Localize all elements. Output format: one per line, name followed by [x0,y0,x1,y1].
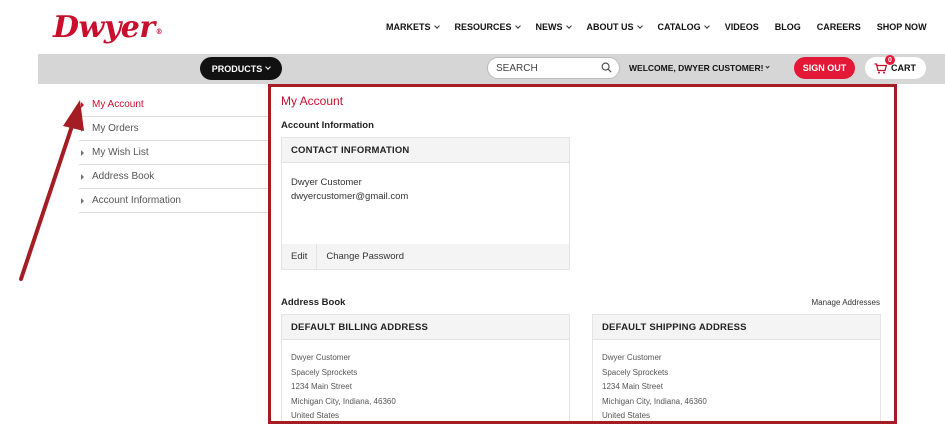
edit-link[interactable]: Edit [282,244,316,269]
shipping-address-panel: DEFAULT SHIPPING ADDRESS Dwyer Customer … [592,314,881,421]
chevron-down-icon [265,64,272,70]
account-menu[interactable]: WELCOME, DWYER CUSTOMER! [629,63,771,73]
cart-label: CART [891,63,916,73]
logo-text: Dwyer [53,10,155,45]
change-password-link[interactable]: Change Password [317,244,413,269]
nav-label: CATALOG [657,22,701,32]
account-sidebar: My Account My Orders My Wish List Addres… [79,93,269,213]
nav-label: MARKETS [386,22,431,32]
cart-count-badge: 0 [885,55,895,65]
search-placeholder: SEARCH [496,62,538,74]
nav-label: VIDEOS [724,22,759,32]
registered-mark: ® [155,27,163,36]
products-label: PRODUCTS [211,63,263,74]
sidebar-item-my-orders[interactable]: My Orders [79,117,269,141]
address-line: Spacely Sprockets [602,367,669,377]
caret-right-icon [81,125,84,132]
chevron-down-icon [636,22,643,29]
sidebar-item-address-book[interactable]: Address Book [79,165,269,189]
sidebar-item-label: My Orders [92,123,139,134]
nav-label: CAREERS [816,22,861,32]
nav-news[interactable]: NEWS [535,22,572,32]
chevron-down-icon [703,22,710,29]
caret-right-icon [81,173,84,180]
address-line: 1234 Main Street [602,382,663,391]
welcome-text: WELCOME, DWYER CUSTOMER! [629,63,764,73]
dwyer-logo[interactable]: Dwyer® [53,10,163,45]
chevron-down-icon [765,64,771,69]
sidebar-item-account-information[interactable]: Account Information [79,189,269,213]
cart-icon [874,62,887,74]
manage-addresses-link[interactable]: Manage Addresses [812,298,881,307]
nav-resources[interactable]: RESOURCES [454,22,521,32]
highlight-frame: My Account Account Information CONTACT I… [268,84,897,424]
sidebar-item-label: Address Book [92,171,155,182]
account-information-heading: Account Information [281,120,374,131]
caret-right-icon [81,149,84,156]
nav-label: RESOURCES [454,22,512,32]
sidebar-item-my-account[interactable]: My Account [79,93,269,117]
shipping-address-body: Dwyer Customer Spacely Sprockets 1234 Ma… [593,340,880,421]
address-line: Spacely Sprockets [291,367,358,377]
address-line: 1234 Main Street [291,382,352,391]
billing-address-heading: DEFAULT BILLING ADDRESS [282,315,569,340]
nav-blog[interactable]: BLOG [775,22,801,32]
sidebar-item-label: My Account [92,99,144,110]
caret-right-icon [81,197,84,204]
chevron-down-icon [565,22,572,29]
shipping-address-heading: DEFAULT SHIPPING ADDRESS [593,315,880,340]
address-line: Dwyer Customer [602,353,662,362]
nav-catalog[interactable]: CATALOG [657,22,710,32]
nav-label: SHOP NOW [876,22,927,32]
contact-name: Dwyer Customer [291,177,362,188]
search-icon[interactable] [601,62,612,73]
address-line: Michigan City, Indiana, 46360 [602,396,707,406]
sidebar-item-label: My Wish List [92,147,149,158]
address-line: Dwyer Customer [291,353,351,362]
nav-careers[interactable]: CAREERS [817,22,861,32]
caret-right-icon [81,101,84,108]
nav-about-us[interactable]: ABOUT US [586,22,643,32]
contact-actions: Edit Change Password [282,244,569,269]
nav-label: NEWS [535,22,563,32]
cart-button[interactable]: 0 CART [865,55,926,79]
search-input[interactable]: SEARCH [487,57,620,79]
nav-label: ABOUT US [586,22,634,32]
address-line: Michigan City, Indiana, 46360 [291,396,396,406]
sidebar-item-label: Account Information [92,195,181,206]
contact-information-body: Dwyer Customer dwyercustomer@gmail.com [282,163,569,244]
nav-label: BLOG [774,22,801,32]
nav-shop-now[interactable]: SHOP NOW [877,22,927,32]
products-button[interactable]: PRODUCTS [200,57,282,80]
contact-information-panel: CONTACT INFORMATION Dwyer Customer dwyer… [281,137,570,270]
sign-out-label: SIGN OUT [802,63,847,73]
chevron-down-icon [433,22,440,29]
contact-email: dwyercustomer@gmail.com [291,191,409,202]
address-line: United States [602,411,651,420]
chevron-down-icon [514,22,521,29]
nav-videos[interactable]: VIDEOS [725,22,759,32]
nav-markets[interactable]: MARKETS [386,22,440,32]
billing-address-panel: DEFAULT BILLING ADDRESS Dwyer Customer S… [281,314,570,421]
page-title: My Account [281,94,344,108]
address-line: United States [291,411,340,420]
billing-address-body: Dwyer Customer Spacely Sprockets 1234 Ma… [282,340,569,421]
top-nav: MARKETS RESOURCES NEWS ABOUT US CATALOG … [386,22,927,32]
sidebar-item-my-wish-list[interactable]: My Wish List [79,141,269,165]
sign-out-button[interactable]: SIGN OUT [794,57,855,79]
contact-information-heading: CONTACT INFORMATION [282,138,569,163]
address-book-heading: Address Book [281,297,346,308]
